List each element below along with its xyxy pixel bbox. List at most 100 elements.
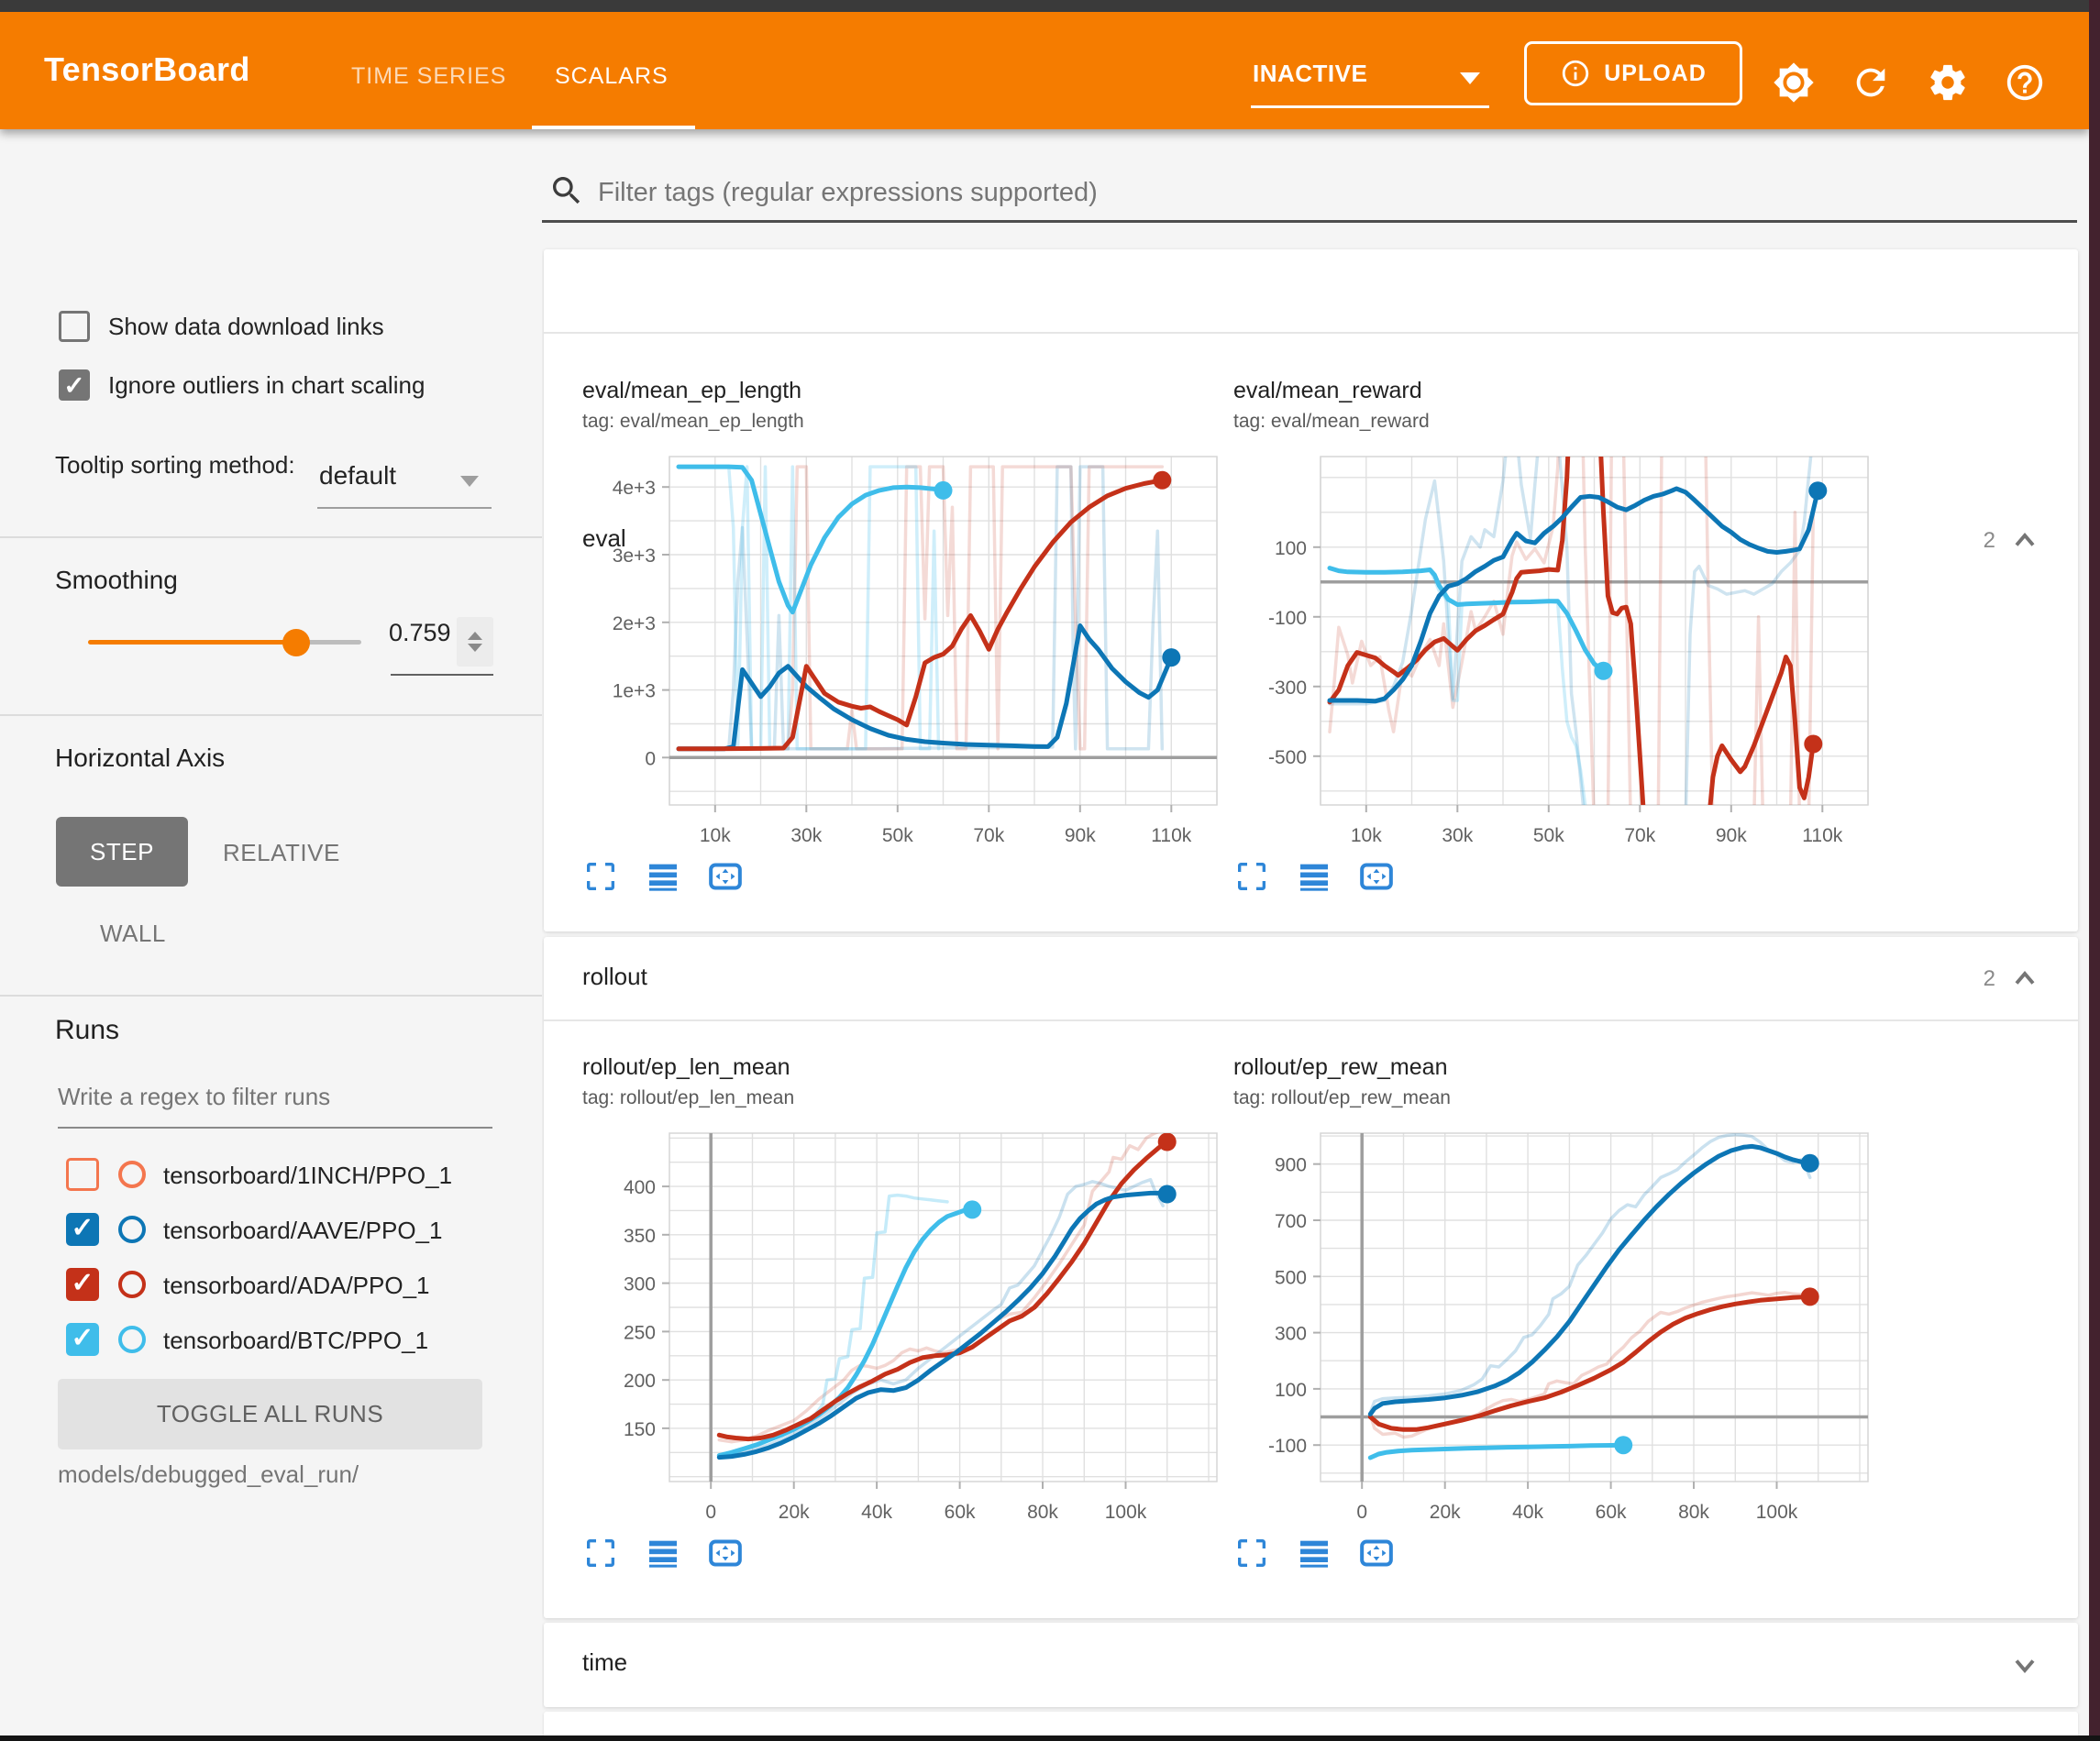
chart-tag: tag: rollout/ep_rew_mean: [1233, 1087, 1875, 1109]
tooltip-sorting-dropdown[interactable]: default: [319, 461, 396, 490]
expand-chart-icon[interactable]: [1233, 1535, 1270, 1576]
smoothing-label: Smoothing: [55, 566, 178, 595]
svg-text:40k: 40k: [861, 1502, 892, 1523]
run-color-circle-aave[interactable]: [118, 1216, 146, 1243]
brightness-icon[interactable]: [1773, 61, 1815, 104]
ignore-outliers-checkbox[interactable]: ✓: [59, 369, 90, 401]
run-selector-icon[interactable]: [1296, 858, 1332, 899]
run-checkbox-ada[interactable]: ✓: [66, 1268, 99, 1301]
svg-text:70k: 70k: [973, 825, 1004, 846]
run-label-btc[interactable]: tensorboard/BTC/PPO_1: [163, 1327, 428, 1355]
section-title-time[interactable]: time: [582, 1648, 627, 1677]
fit-domain-icon[interactable]: [707, 858, 744, 899]
run-selector-icon[interactable]: [1296, 1535, 1332, 1576]
tab-scalars[interactable]: SCALARS: [555, 63, 669, 90]
run-selector-icon[interactable]: [645, 1535, 681, 1576]
stepper-down-icon[interactable]: [468, 644, 482, 652]
section-card-eval: eval 2 eval/mean_ep_length tag: eval/mea…: [544, 249, 2078, 931]
svg-text:300: 300: [1275, 1324, 1307, 1345]
svg-text:60k: 60k: [1596, 1502, 1627, 1523]
settings-gear-icon[interactable]: [1927, 61, 1969, 104]
runs-directory-path: models/debugged_eval_run/: [58, 1460, 359, 1489]
run-color-circle-ada[interactable]: [118, 1271, 146, 1298]
svg-text:20k: 20k: [1430, 1502, 1461, 1523]
svg-text:300: 300: [624, 1274, 656, 1295]
chart-card-eval-mean-reward: eval/mean_reward tag: eval/mean_reward 1…: [1233, 378, 1875, 899]
svg-text:4e+3: 4e+3: [613, 478, 656, 499]
next-section-card-edge: [544, 1712, 2078, 1735]
stepper-up-icon[interactable]: [468, 632, 482, 640]
chart-card-rollout-ep-len-mean: rollout/ep_len_mean tag: rollout/ep_len_…: [582, 1054, 1224, 1576]
smoothing-value-input[interactable]: [389, 619, 455, 647]
run-color-circle-1inch[interactable]: [118, 1161, 146, 1188]
chart-title: rollout/ep_len_mean: [582, 1054, 1224, 1081]
section-title-rollout[interactable]: rollout: [582, 963, 647, 991]
section-card-rollout: rollout 2 rollout/ep_len_mean tag: rollo…: [544, 937, 2078, 1618]
divider: [0, 995, 542, 997]
run-checkbox-1inch[interactable]: [66, 1158, 99, 1191]
app-title: TensorBoard: [44, 50, 250, 89]
filter-tags-underline: [539, 220, 2077, 223]
svg-text:100k: 100k: [1756, 1502, 1798, 1523]
svg-text:70k: 70k: [1624, 825, 1655, 846]
runs-regex-input[interactable]: [58, 1083, 480, 1111]
window-bottom-strip: [0, 1735, 2100, 1741]
dropdown-caret-icon[interactable]: [1460, 72, 1480, 84]
expand-section-icon[interactable]: [2008, 1648, 2041, 1686]
svg-text:80k: 80k: [1027, 1502, 1058, 1523]
svg-text:100k: 100k: [1105, 1502, 1147, 1523]
expand-chart-icon[interactable]: [582, 858, 619, 899]
axis-wall-button[interactable]: WALL: [100, 920, 166, 948]
toggle-all-runs-button[interactable]: TOGGLE ALL RUNS: [58, 1379, 482, 1449]
fit-domain-icon[interactable]: [1358, 858, 1395, 899]
axis-relative-button[interactable]: RELATIVE: [223, 839, 340, 867]
smoothing-slider-knob[interactable]: [282, 629, 310, 656]
fit-domain-icon[interactable]: [707, 1535, 744, 1576]
expand-chart-icon[interactable]: [1233, 858, 1270, 899]
dropdown-caret-icon[interactable]: [460, 476, 479, 487]
upload-button-label: UPLOAD: [1604, 61, 1707, 87]
run-checkbox-btc[interactable]: ✓: [66, 1323, 99, 1356]
expand-chart-icon[interactable]: [582, 1535, 619, 1576]
tab-time-series[interactable]: TIME SERIES: [351, 63, 506, 90]
svg-text:-500: -500: [1268, 747, 1307, 768]
svg-text:500: 500: [1275, 1267, 1307, 1288]
browser-scrollbar[interactable]: [2089, 0, 2100, 1741]
upload-button[interactable]: UPLOAD: [1524, 41, 1742, 105]
line-chart-eval-mean-reward[interactable]: 10k30k50k70k90k110k100-100-300-500: [1233, 444, 1875, 856]
run-selector-icon[interactable]: [645, 858, 681, 899]
axis-step-button[interactable]: STEP: [56, 817, 188, 887]
svg-text:50k: 50k: [1533, 825, 1564, 846]
collapse-section-icon[interactable]: [2008, 524, 2041, 562]
line-chart-rollout-ep-len-mean[interactable]: 020k40k60k80k100k150200250300350400: [582, 1120, 1224, 1533]
svg-text:900: 900: [1275, 1155, 1307, 1176]
line-chart-eval-mean-ep-length[interactable]: 10k30k50k70k90k110k01e+32e+33e+34e+3: [582, 444, 1224, 856]
help-icon[interactable]: [2004, 61, 2046, 104]
run-checkbox-aave[interactable]: ✓: [66, 1213, 99, 1246]
collapse-section-icon[interactable]: [2008, 963, 2041, 1000]
svg-text:110k: 110k: [1151, 825, 1191, 846]
refresh-icon[interactable]: [1850, 61, 1892, 104]
run-label-aave[interactable]: tensorboard/AAVE/PPO_1: [163, 1217, 442, 1245]
fit-domain-icon[interactable]: [1358, 1535, 1395, 1576]
svg-text:200: 200: [624, 1371, 656, 1392]
run-label-ada[interactable]: tensorboard/ADA/PPO_1: [163, 1272, 430, 1300]
sync-status-dropdown[interactable]: INACTIVE: [1253, 60, 1367, 88]
svg-text:3e+3: 3e+3: [613, 545, 656, 567]
svg-text:-100: -100: [1268, 1436, 1307, 1457]
tooltip-sorting-label: Tooltip sorting method:: [55, 448, 312, 481]
info-icon: [1560, 58, 1591, 89]
svg-text:10k: 10k: [700, 825, 731, 846]
show-download-links-checkbox[interactable]: [59, 311, 90, 342]
svg-text:2e+3: 2e+3: [613, 613, 656, 634]
run-color-circle-btc[interactable]: [118, 1326, 146, 1353]
svg-text:10k: 10k: [1351, 825, 1382, 846]
chart-tag: tag: rollout/ep_len_mean: [582, 1087, 1224, 1109]
line-chart-rollout-ep-rew-mean[interactable]: 020k40k60k80k100k900700500300100-100: [1233, 1120, 1875, 1533]
filter-tags-input[interactable]: [598, 169, 2028, 216]
smoothing-stepper[interactable]: [457, 617, 493, 667]
smoothing-slider-filled[interactable]: [88, 640, 295, 645]
ignore-outliers-label: Ignore outliers in chart scaling: [108, 371, 425, 400]
chart-card-eval-mean-ep-length: eval/mean_ep_length tag: eval/mean_ep_le…: [582, 378, 1224, 899]
run-label-1inch[interactable]: tensorboard/1INCH/PPO_1: [163, 1162, 452, 1190]
